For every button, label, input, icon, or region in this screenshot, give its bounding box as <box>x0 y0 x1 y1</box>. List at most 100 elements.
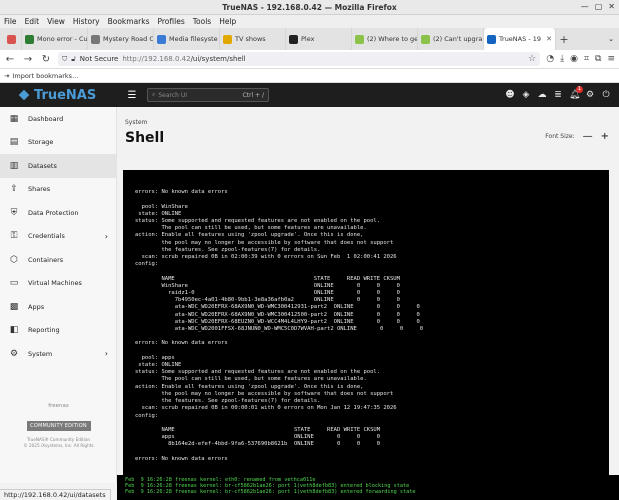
terminal-line: scan: scrub repaired 0B in 02:00:39 with… <box>135 254 397 261</box>
terminal-line: raidz1-0 ONLINE 0 0 0 <box>135 290 400 297</box>
sidebar-item-reporting[interactable]: ◧ Reporting <box>0 319 116 343</box>
sidebar-item-system[interactable]: ⚙ System › <box>0 342 116 366</box>
back-icon[interactable]: ← <box>4 54 16 65</box>
terminal-line: ata-WDC_WD20EFRX-68AX9N0_WD-WMC300412500… <box>135 311 420 318</box>
logo-text: TrueNAS <box>34 87 97 103</box>
download-icon[interactable]: ⤓ <box>560 54 564 64</box>
import-bookmarks-link[interactable]: Import bookmarks... <box>12 72 78 80</box>
edition-badge: COMMUNITY EDITION <box>26 421 91 431</box>
truenas-logo[interactable]: TrueNAS <box>0 88 117 103</box>
shell-terminal[interactable]: errors: No known data errors pool: WinSh… <box>123 170 609 475</box>
url-text[interactable]: http://192.168.0.42/ui/system/shell <box>122 55 245 63</box>
sidebar-item-label: Shares <box>28 185 51 194</box>
terminal-line: config: <box>135 412 159 419</box>
menu-edit[interactable]: Edit <box>25 15 40 28</box>
tab-favicon-icon <box>487 34 496 44</box>
tab[interactable] <box>2 28 22 50</box>
tab-favicon-icon <box>289 34 298 44</box>
sidebar-item-virtual-machines[interactable]: ▭ Virtual Machines <box>0 272 116 296</box>
terminal-line: the pool may no longer be accessible by … <box>135 390 394 397</box>
tab-label: Mystery Road C <box>103 35 154 43</box>
tab-favicon-icon <box>355 34 364 44</box>
tab[interactable]: Mono error - Cu <box>22 28 88 50</box>
sidebar-item-dashboard[interactable]: ▦ Dashboard <box>0 107 116 131</box>
menu-bar: File Edit View History Bookmarks Profile… <box>0 15 619 28</box>
chart-icon: ◧ <box>9 325 19 336</box>
reload-icon[interactable]: ↻ <box>40 54 52 65</box>
dashboard-icon: ▦ <box>9 113 19 124</box>
main-content: System Shell Font Size: — + errors: No k… <box>117 107 619 483</box>
tab[interactable]: (2) Can't upgra <box>418 28 484 50</box>
terminal-line: 8b164e2d-efef-4bbd-9fa6-537690b8621b ONL… <box>135 441 381 448</box>
sidebar-item-apps[interactable]: ▩ Apps <box>0 295 116 319</box>
terminal-line: The pool can still be used, but some fea… <box>135 376 367 383</box>
power-icon[interactable]: ⏻ <box>601 90 611 100</box>
tab[interactable]: Media filesyste <box>154 28 220 50</box>
sidebar-item-label: Datasets <box>28 161 57 170</box>
alerts-icon[interactable]: 🔔︎ 1 <box>569 86 583 100</box>
settings-icon[interactable]: ⚙ <box>585 90 595 100</box>
sidebar-item-containers[interactable]: ⬡ Containers <box>0 248 116 272</box>
terminal-line: action: Enable all features using 'zpool… <box>135 383 364 390</box>
directory-services-icon[interactable]: ☁ <box>537 90 547 100</box>
decrease-font-button[interactable]: — <box>583 131 593 142</box>
menu-history[interactable]: History <box>73 15 100 28</box>
font-size-label: Font Size: <box>545 133 575 140</box>
minimize-icon[interactable]: — <box>581 2 589 12</box>
tab[interactable]: (2) Where to ge <box>352 28 418 50</box>
new-tab-icon[interactable]: + <box>556 28 572 50</box>
menu-file[interactable]: File <box>4 15 17 28</box>
jobs-icon[interactable]: ≣ <box>553 90 563 100</box>
ix-logo-icon[interactable]: ☻ <box>505 90 515 100</box>
tab[interactable]: Plex <box>286 28 352 50</box>
not-secure-label[interactable]: Not Secure <box>80 55 119 63</box>
sidebar-item-credentials[interactable]: ⚿ Credentials › <box>0 225 116 249</box>
containers-icon: ⬡ <box>10 254 18 265</box>
maximize-icon[interactable]: ▢ <box>595 2 603 12</box>
menu-tools[interactable]: Tools <box>193 15 211 28</box>
sidebar-item-datasets[interactable]: ▥ Datasets <box>0 154 116 178</box>
tab-active[interactable]: TrueNAS - 19 ✕ <box>484 28 556 50</box>
menu-view[interactable]: View <box>47 15 65 28</box>
terminal-line: state: ONLINE <box>135 362 182 369</box>
truecommand-icon[interactable]: ◈ <box>521 90 531 100</box>
page-title: Shell <box>125 130 165 146</box>
sidebar-footer: freenas COMMUNITY EDITION TrueNAS® Commu… <box>0 403 117 449</box>
tab[interactable]: Mystery Road C <box>88 28 154 50</box>
search-placeholder: Search UI <box>158 91 188 99</box>
monitor-icon: ▭ <box>9 278 19 289</box>
screenshot-icon[interactable]: ⌗ <box>584 54 589 64</box>
menu-bookmarks[interactable]: Bookmarks <box>108 15 150 28</box>
shield-icon[interactable]: ⛉ <box>62 55 67 64</box>
menu-toggle-icon[interactable]: ☰ <box>117 90 147 101</box>
tab-list-icon[interactable]: ⌄ <box>603 28 619 50</box>
search-input[interactable]: ⌕ Search UI Ctrl + / <box>147 88 269 102</box>
terminal-line: pool: WinShare <box>135 203 188 210</box>
tab[interactable]: TV shows <box>220 28 286 50</box>
url-bar[interactable]: ⛉ 🔓︎ Not Secure http://192.168.0.42/ui/s… <box>58 52 541 66</box>
close-icon[interactable]: ✕ <box>608 2 615 12</box>
account-icon[interactable]: ◉ <box>570 54 578 64</box>
extensions-icon[interactable]: ⧉ <box>595 54 601 64</box>
tab-close-icon[interactable]: ✕ <box>546 35 552 43</box>
sidebar-item-shares[interactable]: ⇪ Shares <box>0 178 116 202</box>
sidebar-item-label: System <box>28 349 53 358</box>
forward-icon[interactable]: → <box>22 54 34 65</box>
sidebar-nav: ▦ Dashboard ▤ Storage ▥ Datasets ⇪ Shares ⛨ Data … <box>0 107 116 366</box>
navigation-bar: ← → ↻ ⛉ 🔓︎ Not Secure http://192.168.0.4… <box>0 50 619 69</box>
menu-profiles[interactable]: Profiles <box>158 15 185 28</box>
bookmark-star-icon[interactable]: ☆ <box>528 54 536 64</box>
breadcrumb[interactable]: System <box>125 119 147 126</box>
increase-font-button[interactable]: + <box>601 131 609 142</box>
tab-label: Plex <box>301 35 315 43</box>
pocket-icon[interactable]: ◔ <box>546 54 554 64</box>
sidebar-item-storage[interactable]: ▤ Storage <box>0 131 116 155</box>
app-menu-icon[interactable]: ≡ <box>607 54 615 64</box>
menu-help[interactable]: Help <box>219 15 236 28</box>
sidebar-item-data-protection[interactable]: ⛨ Data Protection <box>0 201 116 225</box>
not-secure-lock-icon[interactable]: 🔓︎ <box>71 55 76 64</box>
